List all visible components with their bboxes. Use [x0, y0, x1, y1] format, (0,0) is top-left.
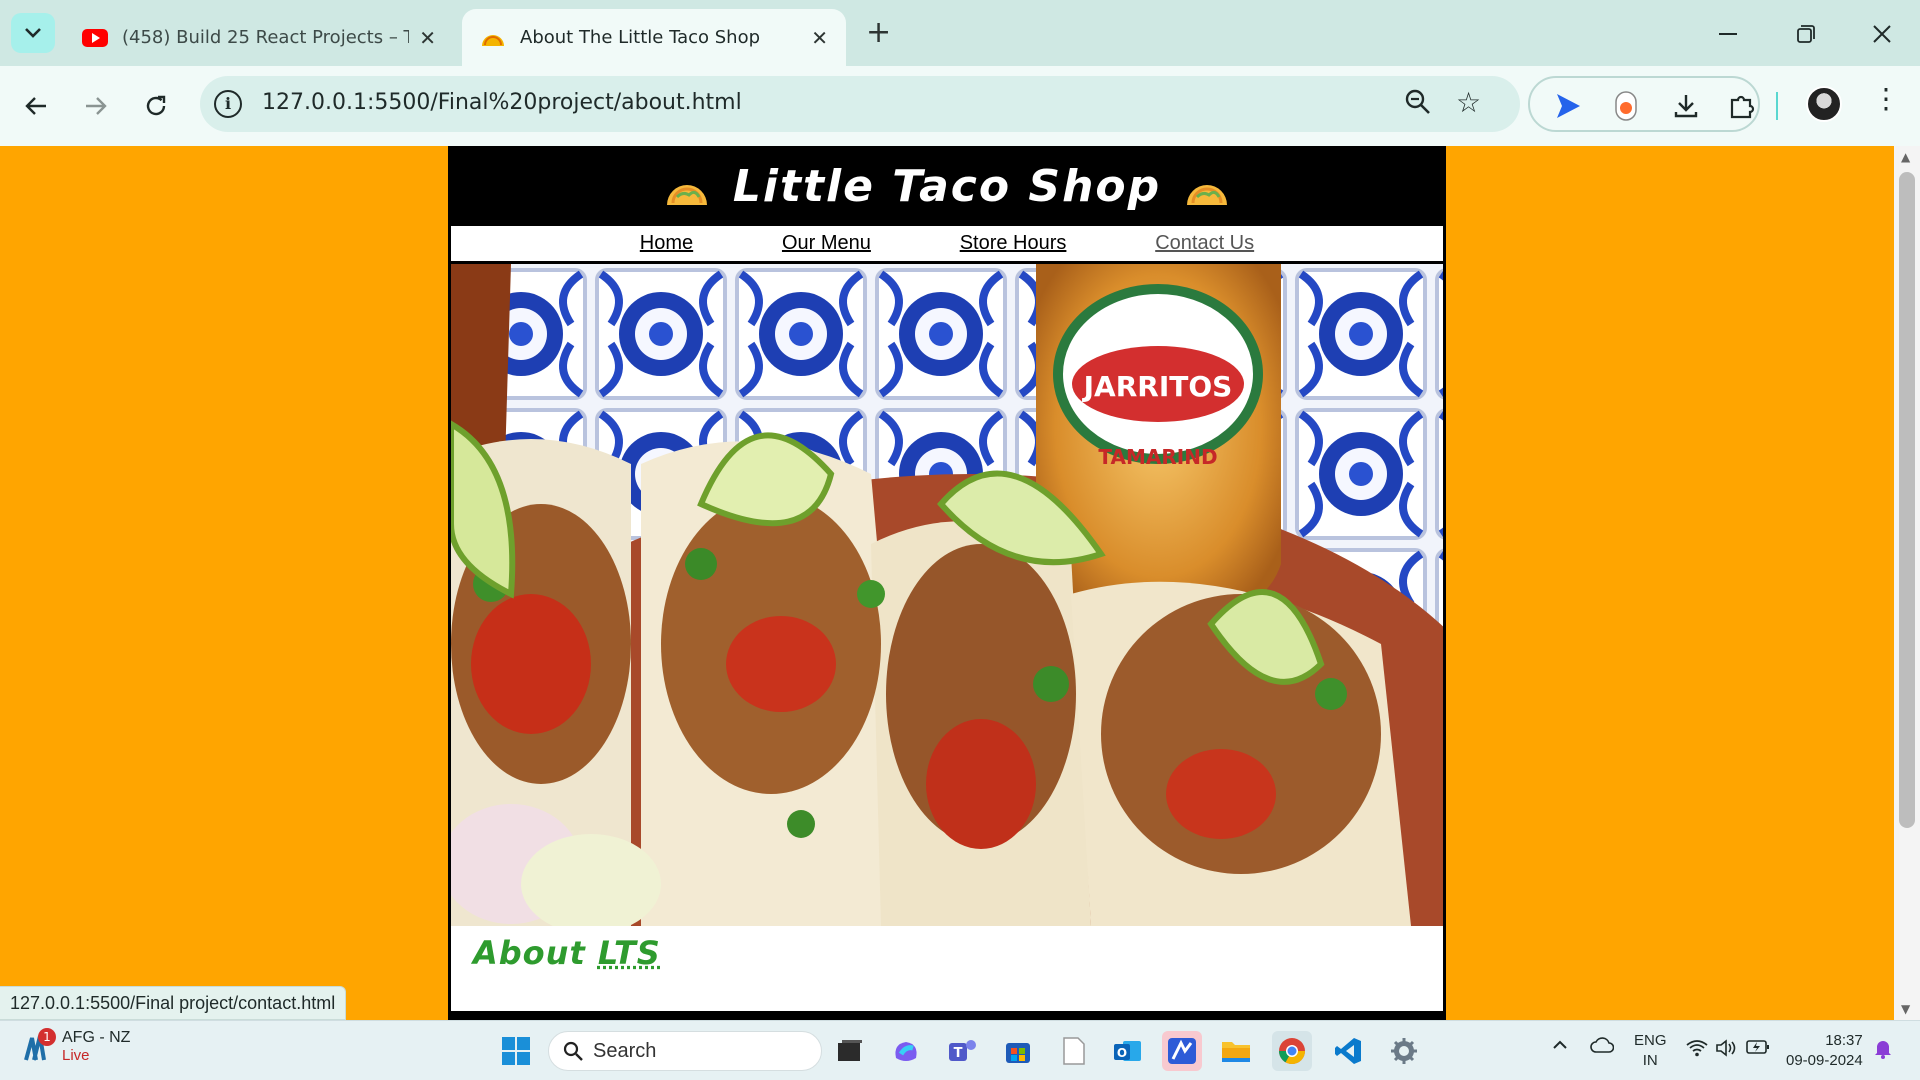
- app-icon[interactable]: [1162, 1031, 1202, 1071]
- battery-icon[interactable]: [1746, 1039, 1770, 1060]
- profile-avatar[interactable]: [1806, 86, 1842, 122]
- reload-icon: [146, 95, 166, 116]
- close-icon[interactable]: ✕: [811, 26, 828, 50]
- language-bottom: IN: [1642, 1052, 1658, 1069]
- task-view-icon[interactable]: [830, 1031, 870, 1071]
- restore-button[interactable]: [1784, 14, 1828, 54]
- address-bar[interactable]: i 127.0.0.1:5500/Final%20project/about.h…: [200, 76, 1520, 132]
- taco-icon: [666, 185, 707, 205]
- nav-link-menu[interactable]: Our Menu: [782, 232, 871, 255]
- about-heading-prefix: About: [473, 934, 598, 972]
- about-heading: About LTS: [473, 934, 1421, 972]
- nav-link-contact[interactable]: Contact Us: [1155, 232, 1254, 255]
- restore-icon: [1797, 25, 1815, 43]
- tab-title: About The Little Taco Shop: [520, 27, 761, 48]
- url-text[interactable]: 127.0.0.1:5500/Final%20project/about.htm…: [262, 90, 742, 115]
- weather-widget[interactable]: 1 AFG - NZ Live: [22, 1027, 131, 1064]
- taskbar-search[interactable]: Search: [548, 1031, 822, 1071]
- tab-bar: (458) Build 25 React Projects – Tuto ✕ A…: [0, 0, 1920, 66]
- scroll-down-arrow-icon[interactable]: ▼: [1901, 1002, 1910, 1016]
- taco-favicon-icon: [480, 29, 506, 47]
- clock-time: 18:37: [1825, 1032, 1863, 1049]
- language-top: ENG: [1634, 1032, 1667, 1049]
- soda-sublabel: TAMARIND: [1098, 445, 1217, 469]
- about-section: About LTS: [451, 926, 1443, 980]
- site-title: Little Taco Shop: [732, 160, 1162, 212]
- record-extension-icon[interactable]: [1610, 90, 1642, 122]
- site-footer-border: [451, 1011, 1443, 1017]
- weather-title: AFG - NZ: [62, 1029, 131, 1046]
- teams-icon[interactable]: T: [942, 1031, 982, 1071]
- chevron-down-icon: [25, 28, 41, 38]
- taco-icon: [1187, 185, 1228, 205]
- arrow-left-icon: [25, 97, 46, 115]
- scrollbar-thumb[interactable]: [1899, 172, 1915, 828]
- outlook-icon[interactable]: O: [1108, 1031, 1148, 1071]
- more-menu-icon[interactable]: ⋮: [1872, 82, 1900, 115]
- settings-gear-icon[interactable]: [1384, 1031, 1424, 1071]
- close-icon[interactable]: ✕: [419, 26, 436, 50]
- site-nav: Home Our Menu Store Hours Contact Us: [451, 226, 1443, 264]
- tab-about[interactable]: About The Little Taco Shop ✕: [462, 9, 846, 66]
- taskbar-clock[interactable]: 18:37 09-09-2024: [1786, 1031, 1863, 1071]
- store-icon[interactable]: [998, 1031, 1038, 1071]
- cricket-icon: 1: [22, 1027, 56, 1062]
- minimize-button[interactable]: [1706, 14, 1750, 54]
- file-icon[interactable]: [1054, 1031, 1094, 1071]
- chrome-icon[interactable]: [1272, 1031, 1312, 1071]
- svg-text:T: T: [954, 1046, 963, 1061]
- about-abbr[interactable]: LTS: [598, 934, 661, 972]
- forward-button[interactable]: [76, 86, 116, 126]
- tab-youtube[interactable]: (458) Build 25 React Projects – Tuto ✕: [64, 9, 454, 66]
- tacos-photo: JARRITOS TAMARIND: [451, 264, 1443, 926]
- search-placeholder: Search: [593, 1039, 657, 1062]
- zoom-icon[interactable]: [1404, 88, 1432, 120]
- windows-logo-icon: [502, 1037, 530, 1065]
- page-scrollbar[interactable]: ▲ ▼: [1894, 146, 1920, 1020]
- toolbar-divider: [1776, 92, 1778, 120]
- minimize-icon: [1719, 33, 1737, 35]
- puzzle-extensions-icon[interactable]: [1726, 90, 1758, 122]
- arrow-right-icon: [86, 97, 107, 115]
- site-container: Little Taco Shop Home Our Menu Store Hou…: [448, 146, 1446, 1020]
- close-icon: [1873, 25, 1891, 43]
- onedrive-cloud-icon[interactable]: [1590, 1037, 1615, 1058]
- notification-bell-icon[interactable]: [1874, 1039, 1892, 1064]
- nav-link-hours[interactable]: Store Hours: [960, 232, 1067, 255]
- site-header: Little Taco Shop: [451, 146, 1443, 226]
- play-extension-icon[interactable]: [1552, 90, 1584, 122]
- back-button[interactable]: [16, 86, 56, 126]
- close-window-button[interactable]: [1860, 14, 1904, 54]
- windows-taskbar: 1 AFG - NZ Live Search T O ENG IN 18:37 …: [0, 1020, 1920, 1080]
- file-explorer-icon[interactable]: [1216, 1031, 1256, 1071]
- show-hidden-icons-chevron-icon[interactable]: [1552, 1037, 1568, 1055]
- scroll-up-arrow-icon[interactable]: ▲: [1901, 150, 1910, 164]
- language-indicator[interactable]: ENG IN: [1634, 1031, 1667, 1071]
- nav-link-home[interactable]: Home: [640, 232, 693, 255]
- svg-text:O: O: [1117, 1046, 1127, 1060]
- vscode-icon[interactable]: [1328, 1031, 1368, 1071]
- link-status-tooltip: 127.0.0.1:5500/Final project/contact.htm…: [0, 986, 347, 1020]
- site-info-icon[interactable]: i: [214, 90, 242, 118]
- weather-sub: Live: [62, 1047, 90, 1064]
- bookmark-star-icon[interactable]: ☆: [1456, 86, 1481, 119]
- soda-label: JARRITOS: [1082, 370, 1233, 403]
- clock-date: 09-09-2024: [1786, 1052, 1863, 1069]
- extensions-group: [1528, 76, 1760, 132]
- notification-badge: 1: [38, 1027, 56, 1046]
- reload-button[interactable]: [136, 86, 176, 126]
- hero-tacos-image: JARRITOS TAMARIND: [451, 264, 1443, 926]
- youtube-icon: [82, 28, 108, 47]
- search-icon: [563, 1041, 583, 1061]
- start-button[interactable]: [496, 1031, 536, 1071]
- browser-toolbar: i 127.0.0.1:5500/Final%20project/about.h…: [0, 66, 1920, 146]
- download-icon[interactable]: [1670, 90, 1702, 122]
- copilot-icon[interactable]: [886, 1031, 926, 1071]
- tab-title: (458) Build 25 React Projects – Tuto: [122, 27, 410, 48]
- wifi-icon[interactable]: [1686, 1039, 1708, 1062]
- page-viewport: Little Taco Shop Home Our Menu Store Hou…: [0, 146, 1894, 1020]
- new-tab-button[interactable]: +: [866, 14, 891, 52]
- tab-search-button[interactable]: [11, 13, 55, 53]
- volume-icon[interactable]: [1716, 1039, 1738, 1062]
